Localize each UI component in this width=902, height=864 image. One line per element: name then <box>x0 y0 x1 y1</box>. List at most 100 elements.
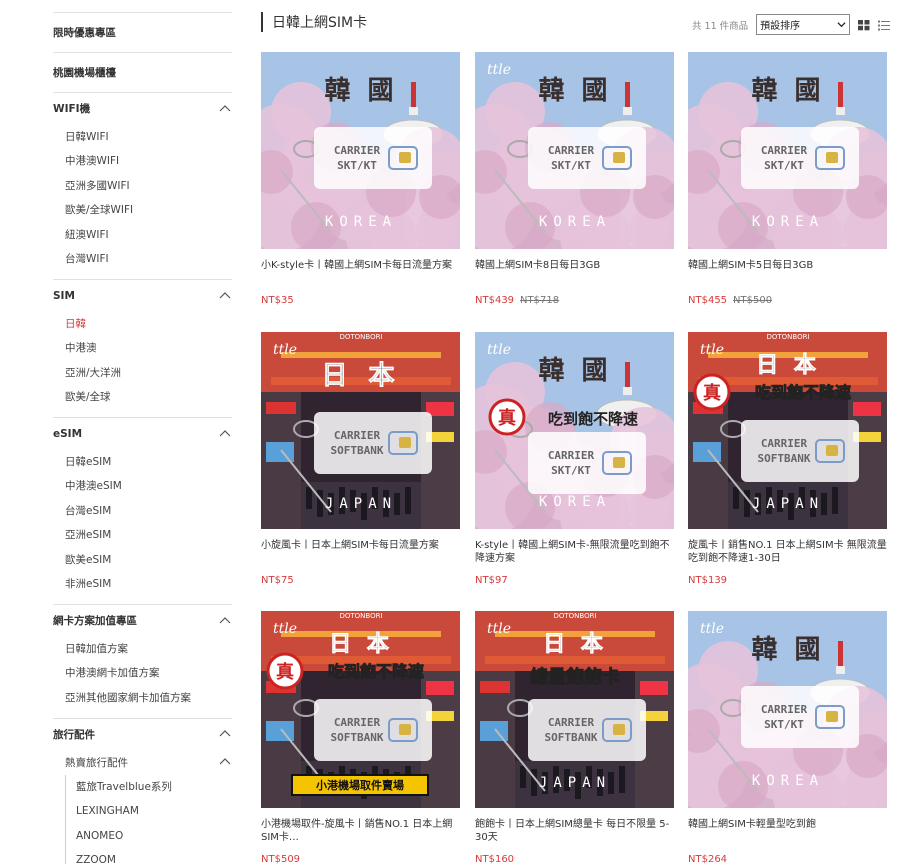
sidebar-item[interactable]: 日韓加值方案 <box>53 636 232 661</box>
sidebar-group-accessories[interactable]: 旅行配件 <box>53 719 232 750</box>
product-image[interactable]: DOTONBORI ttle 日 本 CARRIER SOFTBANK JAPAN <box>261 332 460 529</box>
sidebar-item[interactable]: 日韓 <box>53 311 232 336</box>
sidebar-group-2[interactable]: eSIM <box>53 418 232 449</box>
original-price: NT$718 <box>520 295 560 306</box>
chevron-up-icon[interactable] <box>218 755 232 769</box>
sale-price: NT$509 <box>261 854 301 864</box>
sidebar-item-label: 中港澳網卡加值方案 <box>65 667 160 680</box>
sidebar-item[interactable]: 中港澳WIFI <box>53 149 232 174</box>
product-card[interactable]: DOTONBORIttle日 本真吃到飽不降速CARRIERSOFTBANKJA… <box>688 332 887 586</box>
product-image[interactable]: ttle 韓 國真 吃到飽不降速 CARRIER SKT/KT KOREA <box>475 332 674 529</box>
product-card[interactable]: DOTONBORIttle日 本真吃到飽不降速CARRIERSOFTBANKJA… <box>261 611 460 864</box>
sidebar-item-label: 台灣WIFI <box>65 253 109 266</box>
svg-text:真: 真 <box>703 382 721 404</box>
sidebar-item[interactable]: 亞洲/大洋洲 <box>53 360 232 385</box>
product-name[interactable]: 飽飽卡丨日本上網SIM總量卡 每日不限量 5-30天 <box>475 818 674 844</box>
svg-text:KOREA: KOREA <box>752 214 824 230</box>
product-card[interactable]: DOTONBORI ttle 日 本總量飽飽卡 CARRIER SOFTBANK JAPA… <box>475 611 674 864</box>
sidebar-group-1[interactable]: SIM <box>53 280 232 311</box>
product-name[interactable]: 韓國上網SIM卡8日每日3GB <box>475 259 674 285</box>
sidebar-item[interactable]: LEXINGHAM <box>66 799 232 824</box>
product-card[interactable]: DOTONBORI ttle 日 本 CARRIER SOFTBANK JAPAN 小旋風卡… <box>261 332 460 586</box>
product-name[interactable]: 小旋風卡丨日本上網SIM卡每日流量方案 <box>261 539 460 565</box>
product-price: NT$455 NT$500 <box>688 295 887 306</box>
product-image[interactable]: DOTONBORIttle日 本真吃到飽不降速CARRIERSOFTBANKJA… <box>261 611 460 808</box>
sidebar-group-0[interactable]: WIFI機 <box>53 93 232 124</box>
sidebar-item[interactable]: 亞洲其他國家網卡加值方案 <box>53 685 232 710</box>
sidebar-item[interactable]: 歐美/全球WIFI <box>53 198 232 223</box>
sidebar-item-label: 歐美/全球WIFI <box>65 204 134 217</box>
sidebar-item[interactable]: 台灣WIFI <box>53 247 232 272</box>
svg-text:CARRIER: CARRIER <box>761 437 808 450</box>
svg-text:總量飽飽卡: 總量飽飽卡 <box>530 666 620 688</box>
svg-text:KOREA: KOREA <box>325 214 397 230</box>
sidebar-item[interactable]: 歐美eSIM <box>53 547 232 572</box>
product-price: NT$139 <box>688 575 887 586</box>
sidebar-item[interactable]: 非洲eSIM <box>53 572 232 597</box>
product-image[interactable]: 韓 國 CARRIER SKT/KT KOREA <box>261 52 460 249</box>
svg-text:SOFTBANK: SOFTBANK <box>545 731 598 744</box>
sidebar-item[interactable]: 台灣eSIM <box>53 498 232 523</box>
product-image[interactable]: DOTONBORI ttle 日 本總量飽飽卡 CARRIER SOFTBANK JAPA… <box>475 611 674 808</box>
product-image[interactable]: DOTONBORIttle日 本真吃到飽不降速CARRIERSOFTBANKJA… <box>688 332 887 529</box>
product-image[interactable]: ttle 韓 國 CARRIER SKT/KT KOREA <box>688 611 887 808</box>
chevron-up-icon[interactable] <box>218 727 232 741</box>
svg-text:日 本: 日 本 <box>756 353 820 378</box>
product-name[interactable]: 小K-style卡丨韓國上網SIM卡每日流量方案 <box>261 259 460 285</box>
svg-text:ttle: ttle <box>487 62 511 78</box>
svg-text:CARRIER: CARRIER <box>548 716 595 729</box>
sidebar-item[interactable]: 日韓eSIM <box>53 449 232 474</box>
product-image[interactable]: 韓 國 CARRIER SKT/KT KOREA <box>688 52 887 249</box>
category-sidebar: 限時優惠專區 桃園機場櫃檯 WIFI機 日韓WIFI 中港澳WIFI 亞洲多國WIFI… <box>53 12 232 864</box>
sidebar-item[interactable]: 中港澳eSIM <box>53 474 232 499</box>
list-view-icon[interactable] <box>878 19 891 31</box>
sidebar-item[interactable]: ZZOOM <box>66 848 232 864</box>
chevron-up-icon[interactable] <box>218 102 232 116</box>
product-card[interactable]: ttle 韓 國 CARRIER SKT/KT KOREA 韓國上網SIM卡輕量型吃到飽 N… <box>688 611 887 864</box>
product-name[interactable]: K-style丨韓國上網SIM卡-無限流量吃到飽不降速方案 <box>475 539 674 565</box>
chevron-up-icon[interactable] <box>218 427 232 441</box>
product-name[interactable]: 旋風卡丨銷售NO.1 日本上網SIM卡 無限流量吃到飽不降速1-30日 <box>688 539 887 565</box>
sidebar-item[interactable]: 中港澳網卡加值方案 <box>53 661 232 686</box>
product-card[interactable]: 韓 國 CARRIER SKT/KT KOREA 小K-style卡丨韓國上網SIM卡每… <box>261 52 460 306</box>
kiosk-badge: 小港機場取件賣場 <box>291 774 429 796</box>
svg-text:SKT/KT: SKT/KT <box>551 159 591 172</box>
svg-text:ttle: ttle <box>487 342 511 358</box>
sidebar-item-label: 亞洲eSIM <box>65 529 112 542</box>
svg-text:CARRIER: CARRIER <box>334 716 381 729</box>
sidebar-item[interactable]: 歐美/全球 <box>53 385 232 410</box>
product-card[interactable]: ttle 韓 國 CARRIER SKT/KT KOREA 韓國上網SIM卡8日每日3GB… <box>475 52 674 306</box>
sidebar-item-limited-offers[interactable]: 限時優惠專區 <box>53 13 232 52</box>
grid-view-icon[interactable] <box>858 19 870 31</box>
product-image[interactable]: ttle 韓 國 CARRIER SKT/KT KOREA <box>475 52 674 249</box>
svg-text:CARRIER: CARRIER <box>334 144 381 157</box>
sidebar-item-label: 亞洲其他國家網卡加值方案 <box>65 691 191 704</box>
svg-text:KOREA: KOREA <box>752 773 824 789</box>
sidebar-item-label: 日韓 <box>65 317 86 330</box>
product-card[interactable]: ttle 韓 國真 吃到飽不降速 CARRIER SKT/KT KOREA K-style丨… <box>475 332 674 586</box>
sidebar-item[interactable]: 紐澳WIFI <box>53 222 232 247</box>
chevron-up-icon[interactable] <box>218 289 232 303</box>
sale-price: NT$75 <box>261 575 294 586</box>
product-name[interactable]: 韓國上網SIM卡輕量型吃到飽 <box>688 818 887 844</box>
svg-text:KOREA: KOREA <box>539 214 611 230</box>
product-price: NT$160 <box>475 854 674 864</box>
sidebar-item[interactable]: ANOMEO <box>66 824 232 849</box>
sidebar-item-airport-counter[interactable]: 桃園機場櫃檯 <box>53 53 232 92</box>
sidebar-item-label: 紐澳WIFI <box>65 228 109 241</box>
product-name[interactable]: 小港機場取件-旋風卡丨銷售NO.1 日本上網SIM卡… <box>261 818 460 844</box>
sidebar-item[interactable]: 日韓WIFI <box>53 124 232 149</box>
sidebar-group-3[interactable]: 網卡方案加值專區 <box>53 605 232 636</box>
product-card[interactable]: 韓 國 CARRIER SKT/KT KOREA 韓國上網SIM卡5日每日3GB NT$4… <box>688 52 887 306</box>
chevron-up-icon[interactable] <box>218 614 232 628</box>
product-name[interactable]: 韓國上網SIM卡5日每日3GB <box>688 259 887 285</box>
sidebar-subgroup-hot-accessories[interactable]: 熱賣旅行配件 <box>53 750 232 775</box>
sidebar-item[interactable]: 中港澳 <box>53 336 232 361</box>
svg-text:SKT/KT: SKT/KT <box>764 718 804 731</box>
sidebar-item-label: ZZOOM <box>76 854 116 864</box>
sidebar-item[interactable]: 亞洲多國WIFI <box>53 173 232 198</box>
sidebar-item[interactable]: 亞洲eSIM <box>53 523 232 548</box>
svg-text:CARRIER: CARRIER <box>334 429 381 442</box>
sort-select[interactable]: 預設排序 <box>756 14 851 35</box>
sidebar-item[interactable]: 藍旅Travelblue系列 <box>66 775 232 800</box>
